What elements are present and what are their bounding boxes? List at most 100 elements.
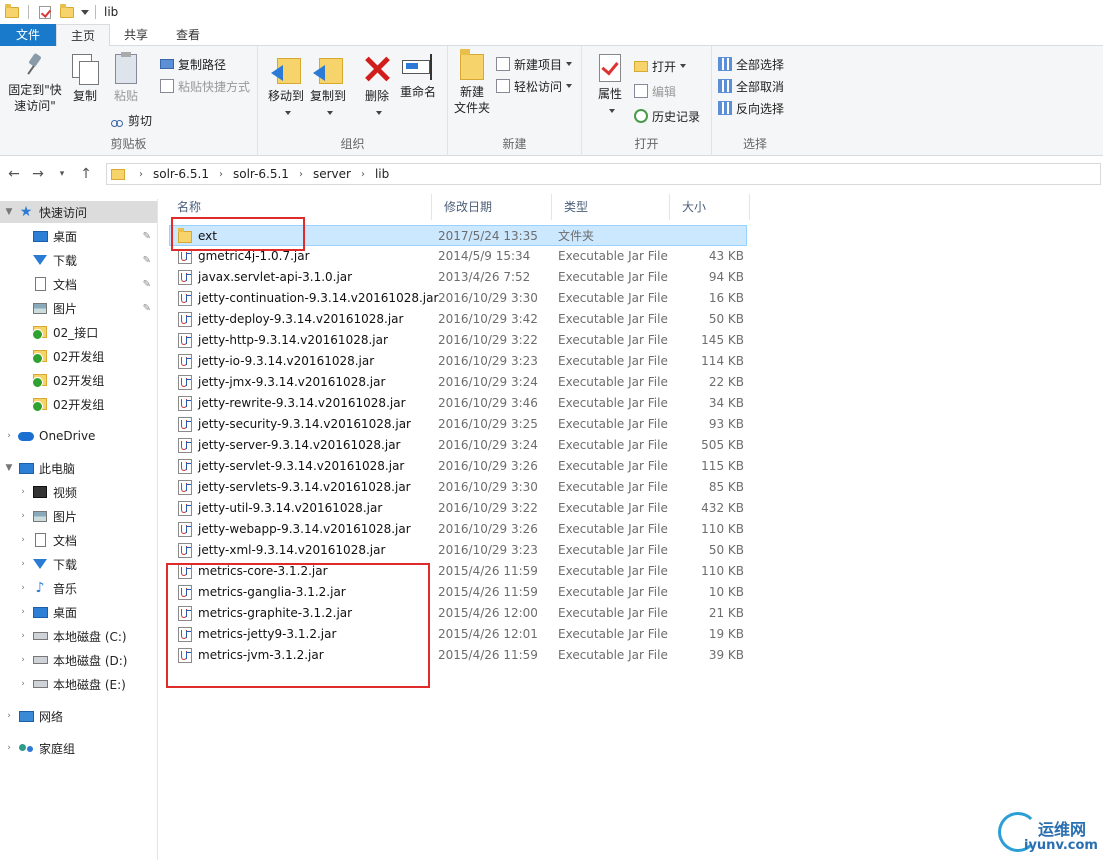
up-arrow-icon[interactable]: ↑ xyxy=(76,164,96,184)
column-header-date[interactable]: 修改日期 xyxy=(432,194,552,220)
edit-icon xyxy=(634,84,648,98)
file-row[interactable]: jetty-servlet-9.3.14.v20161028.jar 2016/1… xyxy=(165,456,755,477)
scissors-icon xyxy=(110,113,124,127)
rename-button[interactable]: 重命名 xyxy=(398,54,438,100)
new-folder-button[interactable]: 新建 文件夹 xyxy=(452,49,492,116)
nav-item-folder[interactable]: 02开发组 xyxy=(0,393,157,415)
file-size: 115 KB xyxy=(701,459,744,473)
chevron-right-icon[interactable]: › xyxy=(18,583,28,593)
nav-this-pc[interactable]: ▼ 此电脑 xyxy=(0,457,157,479)
chevron-down-icon[interactable]: ▼ xyxy=(4,463,14,473)
file-size: 16 KB xyxy=(708,291,744,305)
chevron-right-icon[interactable]: › xyxy=(18,559,28,569)
chevron-right-icon[interactable]: › xyxy=(18,655,28,665)
chevron-right-icon[interactable]: › xyxy=(18,679,28,689)
address-bar[interactable]: › solr-6.5.1 › solr-6.5.1 › server › lib xyxy=(106,163,1101,185)
chevron-right-icon[interactable]: › xyxy=(18,607,28,617)
file-row[interactable]: jetty-rewrite-9.3.14.v20161028.jar 2016/1… xyxy=(165,393,755,414)
file-date: 2015/4/26 11:59 xyxy=(438,648,538,662)
nav-item-folder[interactable]: 02开发组 xyxy=(0,345,157,367)
forward-arrow-icon[interactable]: → xyxy=(28,164,48,184)
nav-item-videos[interactable]: › 视频 xyxy=(0,481,157,503)
file-row[interactable]: jetty-xml-9.3.14.v20161028.jar 2016/10/29… xyxy=(165,540,755,561)
file-row[interactable]: jetty-webapp-9.3.14.v20161028.jar 2016/10… xyxy=(165,519,755,540)
move-to-button[interactable]: 移动到 xyxy=(266,54,306,120)
nav-item-drive-d[interactable]: › 本地磁盘 (D:) xyxy=(0,649,157,671)
paste-shortcut-button[interactable]: 粘贴快捷方式 xyxy=(160,76,250,96)
breadcrumb-solr-6.5.1-inner[interactable]: solr-6.5.1 xyxy=(233,167,289,181)
invert-selection-icon xyxy=(718,101,732,115)
chevron-right-icon[interactable]: › xyxy=(18,487,28,497)
easy-access-button[interactable]: 轻松访问 xyxy=(496,76,573,96)
tab-home[interactable]: 主页 xyxy=(56,24,111,47)
nav-item-desktop[interactable]: 桌面 ✎ xyxy=(0,225,157,247)
nav-homegroup[interactable]: › 家庭组 xyxy=(0,737,157,759)
invert-selection-button[interactable]: 反向选择 xyxy=(718,98,784,118)
chevron-down-icon[interactable]: ▼ xyxy=(4,207,14,217)
edit-button[interactable]: 编辑 xyxy=(634,81,676,101)
customize-quick-access-icon[interactable] xyxy=(81,9,89,15)
new-folder-quick-icon[interactable] xyxy=(59,3,75,19)
tab-share[interactable]: 共享 xyxy=(110,24,162,46)
tab-view[interactable]: 查看 xyxy=(162,24,214,46)
properties-button[interactable]: 属性 xyxy=(594,54,626,118)
breadcrumb-lib[interactable]: lib xyxy=(375,167,389,181)
column-header-size[interactable]: 大小 xyxy=(670,194,750,220)
paste-button[interactable]: 粘贴 xyxy=(108,52,144,104)
nav-item-folder[interactable]: 02_接口 xyxy=(0,321,157,343)
breadcrumb-solr-6.5.1[interactable]: solr-6.5.1 xyxy=(153,167,209,181)
nav-network[interactable]: › 网络 xyxy=(0,705,157,727)
copy-label: 复制 xyxy=(72,89,97,103)
chevron-right-icon[interactable]: › xyxy=(4,743,14,753)
cut-button[interactable]: 剪切 xyxy=(110,110,152,130)
picture-icon xyxy=(32,509,48,523)
chevron-right-icon[interactable]: › xyxy=(18,535,28,545)
copy-path-button[interactable]: 复制路径 xyxy=(160,54,226,74)
select-none-button[interactable]: 全部取消 xyxy=(718,76,784,96)
chevron-right-icon[interactable]: › xyxy=(18,631,28,641)
delete-button[interactable]: 删除 xyxy=(362,54,392,120)
file-row[interactable]: jetty-http-9.3.14.v20161028.jar 2016/10/2… xyxy=(165,330,755,351)
file-row[interactable]: jetty-util-9.3.14.v20161028.jar 2016/10/2… xyxy=(165,498,755,519)
chevron-down-icon xyxy=(680,64,687,68)
breadcrumb-server[interactable]: server xyxy=(313,167,351,181)
nav-quick-access[interactable]: ▼ ★ 快速访问 xyxy=(0,201,157,223)
properties-quick-icon[interactable] xyxy=(37,5,53,19)
pin-quick-access-button[interactable]: 固定到"快 速访问" xyxy=(6,54,64,114)
history-button[interactable]: 历史记录 xyxy=(634,106,700,126)
select-all-button[interactable]: 全部选择 xyxy=(718,54,784,74)
open-button[interactable]: 打开 xyxy=(634,56,687,76)
file-row[interactable]: jetty-continuation-9.3.14.v20161028.jar 2… xyxy=(165,288,755,309)
nav-item-music[interactable]: › ♪ 音乐 xyxy=(0,577,157,599)
new-item-button[interactable]: 新建项目 xyxy=(496,54,573,74)
file-row[interactable]: jetty-security-9.3.14.v20161028.jar 2016/… xyxy=(165,414,755,435)
copy-button[interactable]: 复制 xyxy=(68,54,102,104)
copy-to-button[interactable]: 复制到 xyxy=(308,54,348,120)
file-row[interactable]: javax.servlet-api-3.1.0.jar 2013/4/26 7:5… xyxy=(165,267,755,288)
recent-locations-chevron-icon[interactable]: ▾ xyxy=(52,164,72,184)
chevron-right-icon[interactable]: › xyxy=(18,511,28,521)
cut-label: 剪切 xyxy=(128,113,153,128)
nav-item-pictures[interactable]: 图片 ✎ xyxy=(0,297,157,319)
tab-file[interactable]: 文件 xyxy=(0,24,57,46)
chevron-right-icon[interactable]: › xyxy=(4,711,14,721)
file-size: 50 KB xyxy=(708,543,744,557)
nav-onedrive[interactable]: › OneDrive xyxy=(0,425,157,447)
file-row[interactable]: jetty-server-9.3.14.v20161028.jar 2016/10… xyxy=(165,435,755,456)
nav-item-documents[interactable]: 文档 ✎ xyxy=(0,273,157,295)
nav-item-drive-e[interactable]: › 本地磁盘 (E:) xyxy=(0,673,157,695)
nav-item-downloads[interactable]: › 下载 xyxy=(0,553,157,575)
nav-item-folder[interactable]: 02开发组 xyxy=(0,369,157,391)
file-row[interactable]: jetty-servlets-9.3.14.v20161028.jar 2016/… xyxy=(165,477,755,498)
back-arrow-icon[interactable]: ← xyxy=(4,164,24,184)
file-row[interactable]: jetty-deploy-9.3.14.v20161028.jar 2016/10… xyxy=(165,309,755,330)
chevron-right-icon[interactable]: › xyxy=(4,431,14,441)
nav-item-drive-c[interactable]: › 本地磁盘 (C:) xyxy=(0,625,157,647)
nav-item-pictures[interactable]: › 图片 xyxy=(0,505,157,527)
nav-item-downloads[interactable]: 下载 ✎ xyxy=(0,249,157,271)
file-row[interactable]: jetty-jmx-9.3.14.v20161028.jar 2016/10/29… xyxy=(165,372,755,393)
file-row[interactable]: jetty-io-9.3.14.v20161028.jar 2016/10/29 … xyxy=(165,351,755,372)
nav-item-documents[interactable]: › 文档 xyxy=(0,529,157,551)
column-header-type[interactable]: 类型 xyxy=(552,194,670,220)
nav-item-desktop[interactable]: › 桌面 xyxy=(0,601,157,623)
